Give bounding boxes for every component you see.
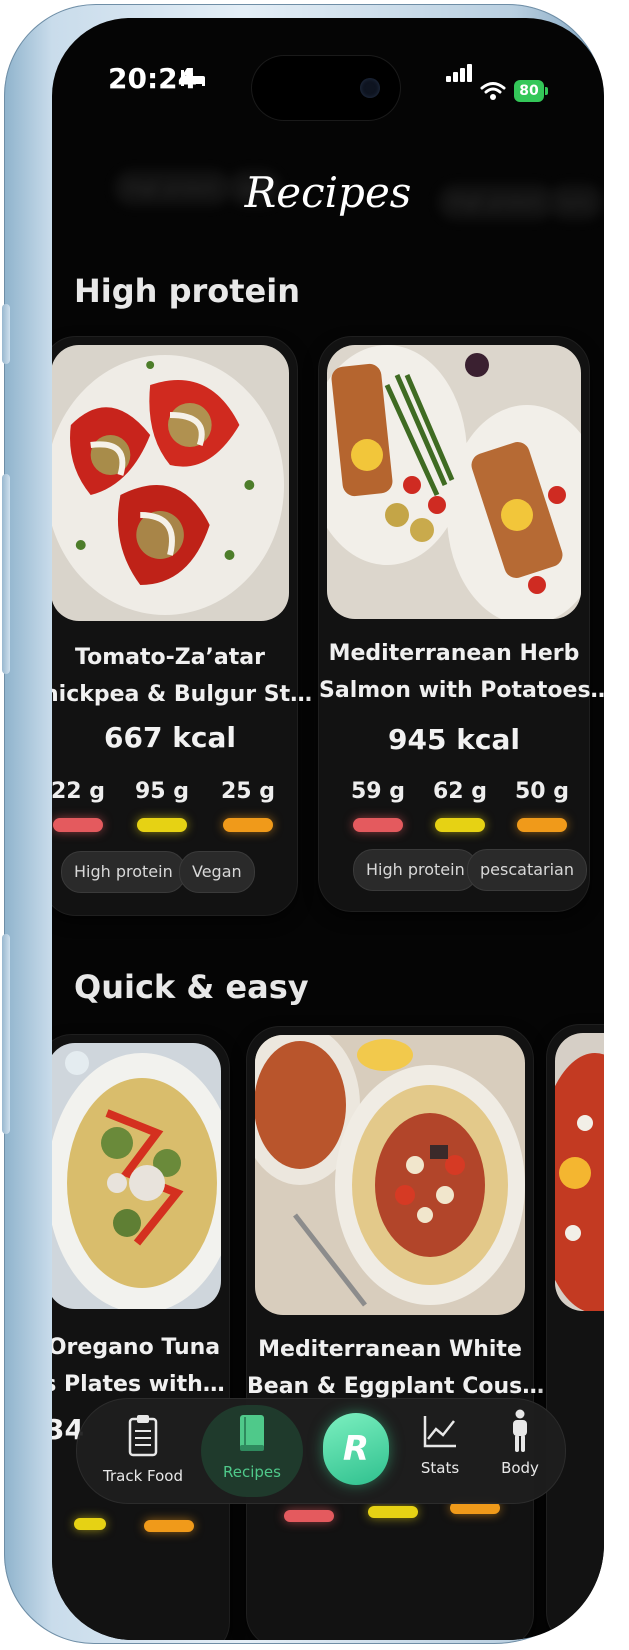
recipe-image [52, 1043, 221, 1309]
recipe-name-line-1: Mediterranean White [258, 1337, 522, 1362]
recipe-image [255, 1035, 525, 1315]
tab-label: Recipes [223, 1463, 281, 1481]
recipe-name-line-1: Tomato-Za’atar [75, 645, 265, 670]
recipe-card[interactable]: Tomato-Za’atar hickpea & Bulgur St… 667 … [52, 336, 313, 916]
recipe-name: Oregano Tuna s Plates with… [52, 1329, 229, 1403]
protein-value: 59 g [350, 779, 406, 804]
battery-tip [545, 87, 548, 95]
recipe-card[interactable]: Mediterranean Herb Salmon with Potatoes…… [318, 336, 604, 912]
recipe-image [327, 345, 581, 619]
phone-frame: 20:24 80 High protein glut High protein … [2, 4, 604, 1644]
app-logo-button[interactable]: R [323, 1413, 389, 1485]
fat-macro: 25 g [213, 779, 283, 832]
carbs-value: 95 g [134, 779, 190, 804]
recipe-name-line-1: Oregano Tuna [52, 1335, 221, 1360]
recipe-name: Mediterranean White Bean & Eggplant Cous… [247, 1331, 544, 1405]
battery-indicator: 80 [514, 80, 544, 102]
fat-bar [144, 1520, 194, 1532]
fat-bar [223, 818, 273, 832]
recipe-card-partial[interactable] [546, 1024, 604, 1640]
app-logo-icon: R [342, 1429, 370, 1469]
carbs-bar [74, 1518, 106, 1530]
volume-down-button [2, 934, 10, 1134]
protein-macro: 22 g [52, 779, 113, 832]
volume-up-button [2, 474, 10, 674]
protein-bar [353, 818, 403, 832]
person-icon [513, 1409, 527, 1452]
protein-macro: 59 g [343, 779, 413, 832]
fat-value: 25 g [220, 779, 276, 804]
recipe-name-line-2: hickpea & Bulgur St… [52, 682, 313, 707]
wifi-icon [480, 82, 506, 100]
page-title: Recipes [244, 168, 412, 217]
recipe-image [52, 345, 289, 621]
tab-stats[interactable]: Stats [403, 1399, 477, 1503]
tab-track-food[interactable]: Track Food [93, 1399, 193, 1503]
dynamic-island [252, 56, 400, 120]
camera-icon [360, 78, 380, 98]
carbs-bar [368, 1506, 418, 1518]
tab-recipes[interactable]: Recipes [201, 1399, 303, 1503]
recipe-card[interactable]: Mediterranean White Bean & Eggplant Cous… [246, 1026, 544, 1640]
recipe-kcal: 945 kcal [388, 723, 520, 756]
clipboard-icon [128, 1415, 158, 1457]
tab-label: Body [501, 1459, 539, 1477]
recipe-tag[interactable]: High protein [61, 851, 186, 893]
fat-value: 50 g [514, 779, 570, 804]
protein-bar [284, 1510, 334, 1522]
carbs-macro: 62 g [425, 779, 495, 832]
book-icon [240, 1415, 264, 1451]
carbs-bar [435, 818, 485, 832]
sleep-focus-icon [181, 70, 205, 86]
section-title-high-protein: High protein [74, 272, 300, 310]
recipe-name: Mediterranean Herb Salmon with Potatoes… [319, 635, 604, 709]
tab-bar: Track Food Recipes R Stats Body [76, 1398, 566, 1504]
fat-bar [517, 818, 567, 832]
carbs-macro: 95 g [127, 779, 197, 832]
recipe-tag[interactable]: pescatarian [467, 849, 587, 891]
protein-value: 22 g [52, 779, 106, 804]
recipe-name-line-2: Salmon with Potatoes… [319, 678, 604, 703]
screen: 20:24 80 High protein glut High protein … [52, 18, 604, 1640]
tab-label: Track Food [103, 1467, 183, 1485]
carbs-bar [137, 818, 187, 832]
recipe-card[interactable]: Oregano Tuna s Plates with… 34 [52, 1034, 230, 1640]
recipe-name-line-1: Mediterranean Herb [328, 641, 580, 666]
recipe-image [555, 1033, 604, 1311]
section-title-quick-easy: Quick & easy [74, 968, 309, 1006]
recipe-kcal: 667 kcal [104, 721, 236, 754]
protein-bar [53, 818, 103, 832]
fat-macro: 50 g [507, 779, 577, 832]
recipe-name: Tomato-Za’atar hickpea & Bulgur St… [52, 639, 313, 713]
tab-body[interactable]: Body [485, 1399, 555, 1503]
tab-label: Stats [420, 1459, 460, 1477]
recipe-tag[interactable]: Vegan [179, 851, 255, 893]
carbs-value: 62 g [432, 779, 488, 804]
action-button [2, 304, 10, 364]
recipe-tag[interactable]: High protein [353, 849, 478, 891]
chart-icon [423, 1416, 456, 1448]
